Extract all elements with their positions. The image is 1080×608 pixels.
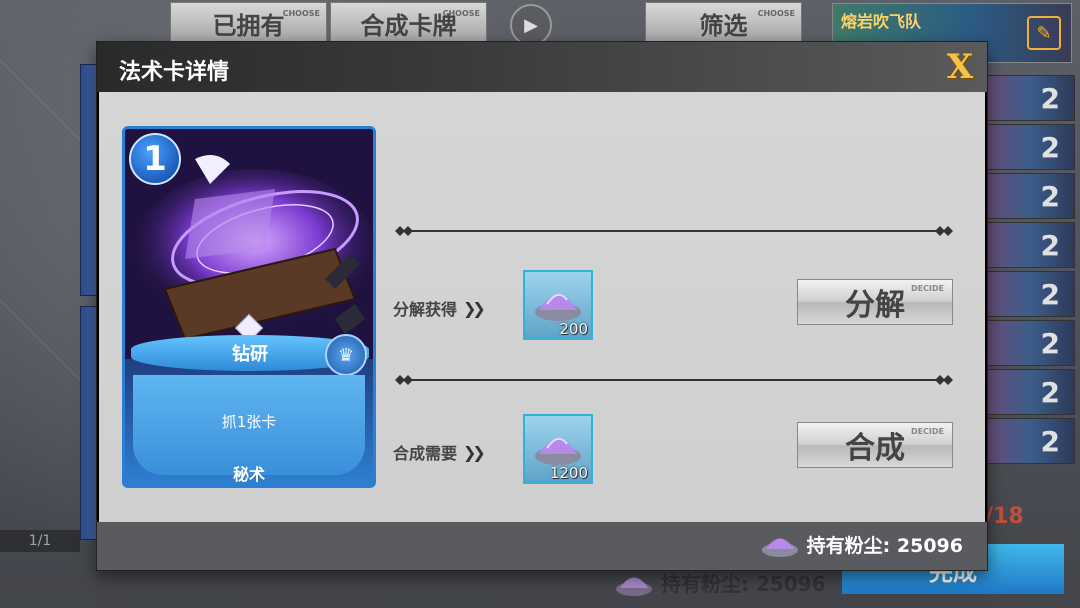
dust-balance: 持有粉尘: 25096: [761, 530, 963, 558]
deck-name: 熔岩吹飞队: [841, 12, 922, 31]
tab-filter-label: 筛选: [699, 11, 748, 40]
dialog-footer: 持有粉尘: 25096: [97, 522, 987, 570]
deck-size-counter: /18: [985, 504, 1024, 529]
deck-card-count: 2: [1040, 82, 1060, 115]
background-dust-text: 持有粉尘: 25096: [661, 572, 826, 596]
decompose-button-label: 分解: [845, 288, 905, 323]
dust-icon: [535, 293, 581, 321]
deck-card-row[interactable]: 2: [985, 418, 1075, 464]
deck-card-row[interactable]: 2: [985, 222, 1075, 268]
dust-balance-text: 持有粉尘: 25096: [806, 534, 963, 557]
deck-card-list: 2 2 2 2 2 2 2 2: [985, 75, 1075, 467]
tab-owned-tag: CHOOSE: [282, 9, 320, 18]
decompose-reward-item[interactable]: 200: [523, 270, 593, 340]
dialog-title: 法术卡详情: [119, 60, 230, 85]
deck-card-row[interactable]: 2: [985, 369, 1075, 415]
edit-icon[interactable]: ✎: [1027, 16, 1061, 50]
deck-card-count: 2: [1040, 425, 1060, 458]
play-icon[interactable]: ▶: [510, 4, 552, 46]
section-divider: [393, 224, 955, 238]
cost-badge: 1: [129, 133, 181, 185]
decompose-button-tag: DECIDE: [910, 284, 944, 293]
deck-card-count: 2: [1040, 327, 1060, 360]
craft-cost-item[interactable]: 1200: [523, 414, 593, 484]
dialog-header: 法术卡详情 X: [97, 42, 987, 92]
decompose-dust-amount: 200: [559, 320, 588, 338]
card-description: 抓1张卡: [221, 413, 277, 431]
tab-filter-tag: CHOOSE: [757, 9, 795, 18]
decompose-row-label: 分解获得 ❯❯: [393, 296, 486, 320]
dust-icon: [535, 437, 581, 465]
tab-compose-cards[interactable]: 合成卡牌 CHOOSE: [330, 2, 487, 44]
tab-filter[interactable]: 筛选 CHOOSE: [645, 2, 802, 44]
background-dust-display: 持有粉尘: 25096: [615, 568, 826, 597]
page-indicator: 1/1: [0, 530, 80, 552]
craft-button-label: 合成: [845, 431, 905, 466]
deck-card-count: 2: [1040, 278, 1060, 311]
craft-button[interactable]: 合成 DECIDE: [797, 422, 953, 468]
craft-dust-amount: 1200: [549, 464, 588, 482]
craft-label: 合成需要: [393, 444, 458, 463]
deck-card-count: 2: [1040, 180, 1060, 213]
close-button[interactable]: X: [941, 47, 979, 87]
deck-card-count: 2: [1040, 229, 1060, 262]
deck-card-row[interactable]: 2: [985, 173, 1075, 219]
tab-owned[interactable]: 已拥有 CHOOSE: [170, 2, 327, 44]
spell-card: 1 钻研 ♛ 抓1张卡 秘术: [122, 126, 376, 488]
crown-emblem-icon: ♛: [325, 334, 367, 376]
deck-card-row[interactable]: 2: [985, 124, 1075, 170]
decompose-button[interactable]: 分解 DECIDE: [797, 279, 953, 325]
tab-compose-tag: CHOOSE: [442, 9, 480, 18]
tab-owned-label: 已拥有: [212, 11, 285, 40]
card-type: 秘术: [232, 465, 265, 484]
spell-card-detail-dialog: 法术卡详情 X 1 钻研 ♛ 抓1张卡 秘术 分解获得 ❯❯ 200 分解 DE…: [96, 41, 988, 571]
dust-icon: [616, 577, 652, 596]
button-corner: [942, 423, 952, 433]
double-chevron-icon: ❯❯: [463, 298, 486, 318]
deck-card-count: 2: [1040, 376, 1060, 409]
dust-icon: [761, 538, 798, 557]
deck-card-row[interactable]: 2: [985, 271, 1075, 317]
craft-row-label: 合成需要 ❯❯: [393, 440, 486, 464]
button-corner: [942, 280, 952, 290]
craft-button-tag: DECIDE: [910, 427, 944, 436]
decompose-label: 分解获得: [393, 300, 458, 319]
double-chevron-icon: ❯❯: [463, 442, 486, 462]
section-divider: [393, 373, 955, 387]
deck-card-row[interactable]: 2: [985, 320, 1075, 366]
deck-card-row[interactable]: 2: [985, 75, 1075, 121]
deck-card-count: 2: [1040, 131, 1060, 164]
